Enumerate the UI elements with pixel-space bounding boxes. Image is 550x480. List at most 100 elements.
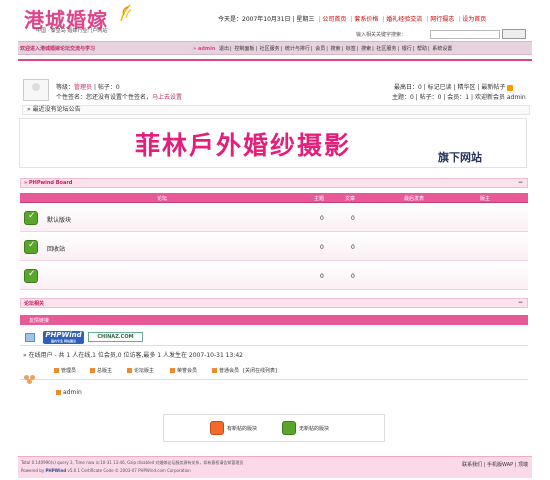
board-status-legend: 有新帖的版块 无新帖的版块 — [163, 414, 385, 442]
legend-admin: 管理员 — [54, 367, 76, 374]
admin-icon — [54, 368, 59, 373]
related-title: 论坛相关 — [24, 301, 45, 307]
online-users-icon — [24, 374, 38, 385]
quick-links-text[interactable]: 最高日：0 | 标记已读 | 精华区 | 最新帖子 — [394, 84, 505, 91]
col-posts: 文章 — [345, 196, 356, 202]
top-links: 今天是：2007年10月31日 | 星期三 | 公司首页 | 套系价格 | 婚礼经验交… — [218, 16, 487, 23]
link-package-price[interactable]: 套系价格 — [354, 16, 378, 23]
main-nav-bar: 欢迎进入港城婚嫁论坛交流与学习 » admin 退出| 控制面板| 社区服务| … — [18, 41, 532, 55]
online-user-admin[interactable]: admin — [56, 389, 82, 396]
link-set-homepage[interactable]: 设为首页 — [462, 16, 486, 23]
friend-links-title: 友情链接 — [29, 318, 50, 324]
no-new-posts-icon — [282, 421, 296, 435]
announcement-text: 最近没有论坛公告 — [32, 106, 81, 113]
nav-item-tags[interactable]: 标签 — [346, 46, 356, 52]
avatar[interactable] — [23, 79, 49, 101]
link-industry[interactable]: 网行摄志 — [430, 16, 454, 23]
leaf-logo-icon — [120, 4, 131, 22]
search-label: 输入相关关键字搜索： — [356, 32, 407, 38]
board-post-count: 0 — [351, 215, 355, 222]
user-level-line: 等级：管理员 | 帖子：0 — [56, 84, 120, 91]
table-row[interactable]: 回收站 0 0 — [20, 233, 528, 261]
phpwind-logo-text: PHPWind — [45, 331, 82, 339]
rss-icon[interactable] — [507, 84, 514, 91]
board-status-icon — [24, 211, 38, 225]
online-users-text[interactable]: » 在线用户 - 共 1 人在线,1 位会员,0 位访客,最多 1 人发生在 2… — [23, 350, 243, 359]
nav-item-help[interactable]: 帮助 — [417, 46, 427, 52]
board-name[interactable]: 回收站 — [47, 244, 65, 253]
board-status-icon — [24, 240, 38, 254]
legend-honor: 荣誉会员 — [170, 367, 197, 374]
phpwind-logo-sub: 国内专业 网站建设 — [50, 339, 77, 343]
nav-item-search[interactable]: 搜索 — [331, 46, 341, 52]
announcement-bar: » 最近没有论坛公告 — [22, 105, 530, 115]
nav-item-bank[interactable]: 银行 — [402, 46, 412, 52]
footer-stats: Total 0.140990(s) query 3, Time now is:1… — [21, 460, 244, 465]
col-forum: 论坛 — [157, 196, 168, 202]
welcome-text: 欢迎进入港城婚嫁论坛交流与学习 — [20, 46, 96, 52]
nav-item-services[interactable]: 社区服务 — [376, 46, 396, 52]
search-input[interactable] — [430, 30, 500, 39]
footer: Total 0.140990(s) query 3, Time now is:1… — [18, 456, 532, 478]
today-date: 今天是：2007年10月31日 | 星期三 — [218, 16, 315, 23]
new-posts-label: 有新帖的版块 — [227, 426, 258, 432]
mod-icon — [127, 368, 132, 373]
col-topics: 主题 — [314, 196, 325, 202]
user-signature-line: 个性签名：您还没有设置个性签名，马上去设置 — [56, 92, 182, 101]
board-column-header: 论坛 主题 文章 最后发表 版主 — [20, 193, 528, 203]
board-name[interactable]: 默认版块 — [47, 215, 71, 224]
board-post-count: 0 — [351, 244, 355, 251]
nav-item-members[interactable]: 会员 — [315, 46, 325, 52]
search-button[interactable] — [502, 29, 526, 39]
nav-item-stats[interactable]: 统计与排行 — [285, 46, 310, 52]
set-signature-link[interactable]: 马上去设置 — [152, 94, 182, 101]
board-topic-count: 0 — [320, 244, 324, 251]
nav-item-settings[interactable]: 系统设置 — [432, 46, 452, 52]
ad-banner[interactable]: 菲林戶外婚纱摄影 旗下网站 — [19, 118, 527, 168]
board-title[interactable]: » PHPwind Board — [24, 180, 72, 186]
super-mod-icon — [90, 368, 95, 373]
nav-item-control-panel[interactable]: 控制面板 — [234, 46, 254, 52]
board-topic-count: 0 — [320, 215, 324, 222]
col-moderator: 版主 — [480, 196, 491, 202]
table-row[interactable]: 默认版块 0 0 — [20, 204, 528, 232]
user-post-count: 帖子：0 — [97, 84, 120, 91]
member-legend: 管理员 总版主 论坛版主 荣誉会员 普通会员 [关闭在线列表] — [20, 362, 528, 380]
nav-item-search-2[interactable]: 搜索 — [361, 46, 371, 52]
related-section-header: 论坛相关 − — [20, 298, 528, 308]
honor-icon — [170, 368, 175, 373]
close-online-list[interactable]: [关闭在线列表] — [243, 367, 277, 374]
footer-links[interactable]: 联系我们 | 手机版WAP | 顶端 — [462, 461, 528, 468]
forum-stats: 主题：0 | 帖子：0 | 会员：1 | 欢迎新会员 admin — [392, 94, 526, 101]
legend-super-mod: 总版主 — [90, 367, 112, 374]
nav-item-community[interactable]: 社区服务 — [260, 46, 280, 52]
chinaz-logo[interactable]: CHINAZ.COM — [88, 332, 143, 342]
legend-mod: 论坛版主 — [127, 367, 154, 374]
col-last-post: 最后发表 — [404, 196, 425, 202]
board-post-count: 0 — [351, 273, 355, 280]
phpwind-link[interactable]: PHPWind — [45, 468, 66, 473]
board-section-header: » PHPwind Board − — [20, 178, 528, 188]
collapse-icon[interactable]: − — [518, 179, 523, 186]
link-wedding-exchange[interactable]: 婚礼经验交流 — [386, 16, 422, 23]
new-posts-icon — [210, 421, 224, 435]
banner-sub-text: 旗下网站 — [438, 151, 482, 164]
nav-menu: » admin 退出| 控制面板| 社区服务| 统计与排行| 会员| 搜索| 标… — [193, 46, 453, 52]
table-row[interactable]: 0 0 — [20, 262, 528, 290]
nav-divider — [18, 59, 532, 61]
signature-label: 个性签名：您还没有设置个性签名， — [56, 94, 153, 101]
collapse-icon[interactable]: − — [518, 299, 523, 306]
legend-member: 普通会员 — [212, 367, 239, 374]
site-logo-subtitle: 中国 · 秦皇岛 婚嫁行业门户网站 — [36, 28, 108, 34]
level-label: 等级： — [56, 84, 75, 91]
board-topic-count: 0 — [320, 273, 324, 280]
no-new-posts-label: 无新帖的版块 — [299, 426, 330, 432]
nav-current-user[interactable]: » admin — [193, 46, 215, 52]
phpwind-logo[interactable]: PHPWind 国内专业 网站建设 — [43, 331, 84, 344]
member-icon — [212, 368, 217, 373]
footer-powered: Powered by PHPWind v5.0.1 Certificate Co… — [21, 468, 191, 473]
banner-main-text: 菲林戶外婚纱摄影 — [135, 131, 352, 160]
friend-links-bar: 友情链接 — [20, 315, 528, 325]
link-company-home[interactable]: 公司首页 — [322, 16, 346, 23]
nav-item-logout[interactable]: 退出 — [219, 46, 229, 52]
